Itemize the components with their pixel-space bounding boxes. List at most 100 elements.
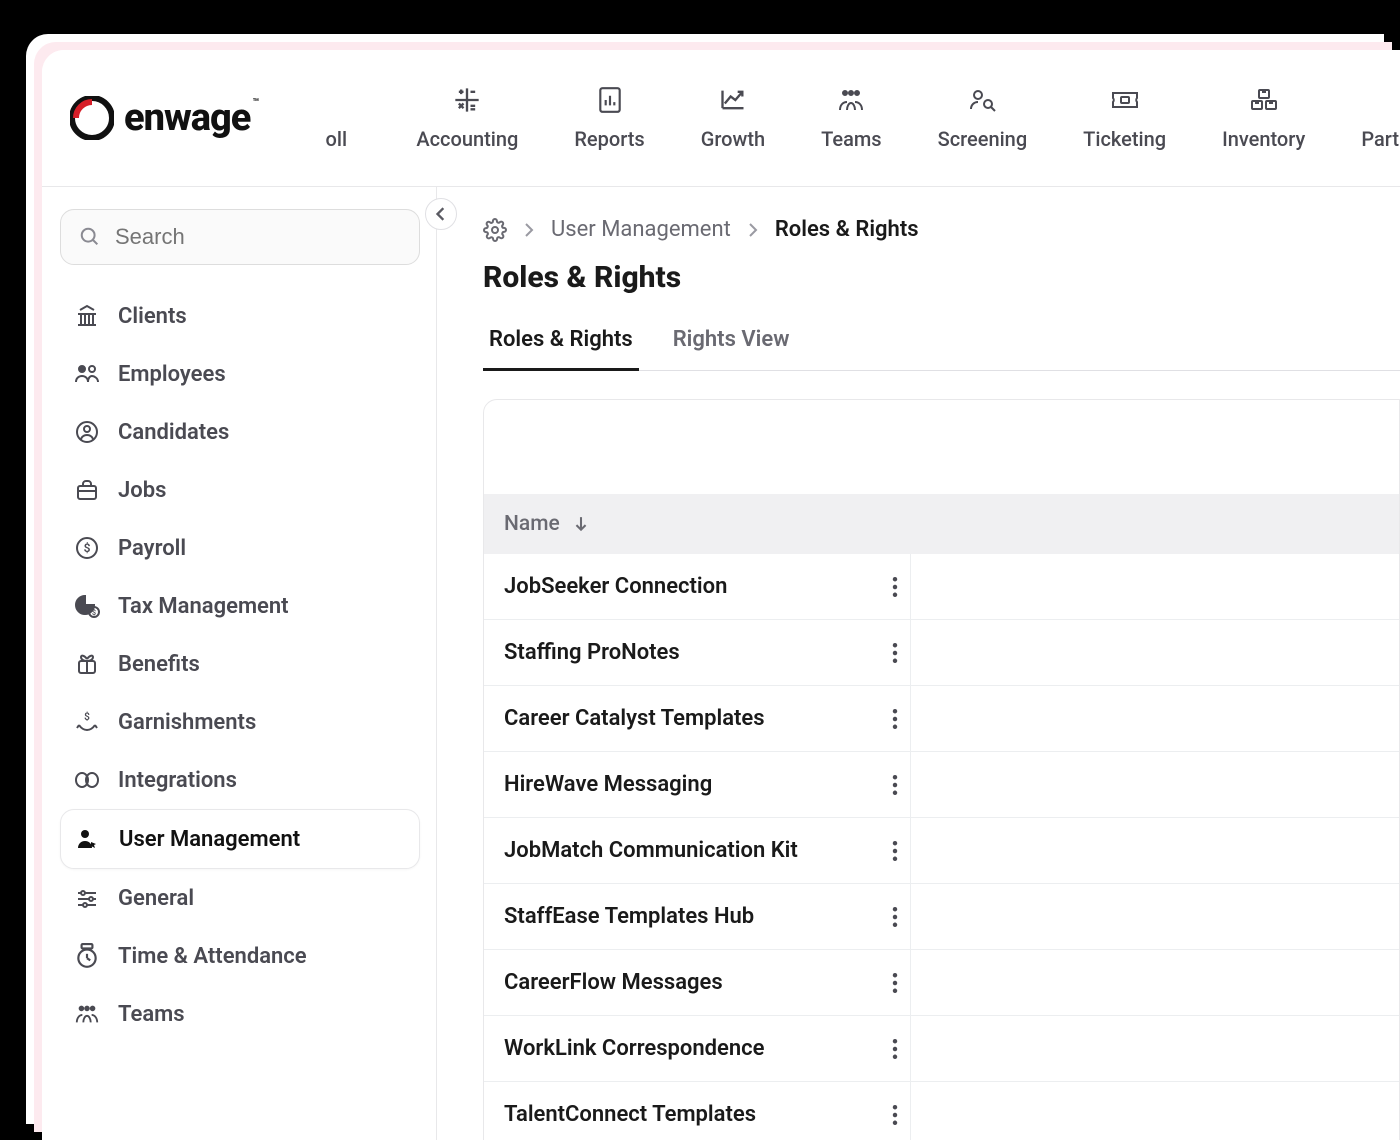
gear-icon[interactable] [483,218,507,242]
sidebar-item-label: Garnishments [118,710,256,735]
search-input[interactable] [115,224,401,250]
chevron-right-icon [747,223,759,237]
sidebar-item-label: Tax Management [118,594,289,619]
role-name-cell: Staffing ProNotes [504,640,880,665]
column-header-name[interactable]: Name [504,512,588,536]
row-actions-menu-icon[interactable] [892,709,898,729]
sidebar-item-label: Payroll [118,536,186,561]
topnav-item-payroll-partial[interactable]: . oll [302,85,388,151]
inventory-icon [1249,85,1279,115]
sidebar-item-label: Jobs [118,478,166,503]
topbar: enwage™ . oll Accounting Reports [42,50,1400,187]
role-name-cell: TalentConnect Templates [504,1102,880,1127]
sidebar-item-benefits[interactable]: Benefits [60,635,420,693]
table-row[interactable]: StaffEase Templates Hub [484,884,1399,950]
integrations-icon [74,767,100,793]
sidebar-item-integrations[interactable]: Integrations [60,751,420,809]
general-icon [74,885,100,911]
sidebar-item-teams[interactable]: Teams [60,985,420,1043]
topnav: . oll Accounting Reports Growth [302,85,1400,151]
sidebar-item-jobs[interactable]: Jobs [60,461,420,519]
sidebar-item-employees[interactable]: Employees [60,345,420,403]
row-actions-menu-icon[interactable] [892,1039,898,1059]
row-actions-menu-icon[interactable] [892,841,898,861]
roles-table: Name JobSeeker Connection Staffing ProNot… [483,399,1400,1140]
sidebar-item-general[interactable]: General [60,869,420,927]
tax-management-icon: $ [74,593,100,619]
table-row[interactable]: Career Catalyst Templates [484,686,1399,752]
sidebar-item-tax-management[interactable]: $ Tax Management [60,577,420,635]
user-management-icon [75,826,101,852]
row-actions-menu-icon[interactable] [892,643,898,663]
sidebar-item-user-management[interactable]: User Management [60,809,420,869]
table-header: Name [484,494,1399,554]
sidebar-item-payroll[interactable]: $ Payroll [60,519,420,577]
topnav-item-inventory[interactable]: Inventory [1194,85,1333,151]
main-content: User Management Roles & Rights Roles & R… [437,187,1400,1140]
svg-text:$: $ [84,711,90,723]
sort-arrow-down-icon [574,516,588,532]
sidebar-item-label: Candidates [118,420,229,445]
tab-roles-rights[interactable]: Roles & Rights [483,317,639,370]
topnav-item-teams[interactable]: Teams [793,85,909,151]
sidebar-item-label: Time & Attendance [118,944,307,969]
table-row[interactable]: HireWave Messaging [484,752,1399,818]
topnav-item-ticketing[interactable]: Ticketing [1055,85,1194,151]
sidebar-item-label: User Management [119,827,300,852]
topnav-item-screening[interactable]: Screening [910,85,1056,151]
svg-text:$: $ [92,609,96,617]
breadcrumb: User Management Roles & Rights [483,217,1400,242]
row-actions-menu-icon[interactable] [892,973,898,993]
benefits-icon [74,651,100,677]
role-name-cell: Career Catalyst Templates [504,706,880,731]
role-name-cell: JobMatch Communication Kit [504,838,880,863]
table-row[interactable]: JobSeeker Connection [484,554,1399,620]
breadcrumb-level1[interactable]: User Management [551,217,731,242]
sidebar-item-candidates[interactable]: Candidates [60,403,420,461]
ticketing-icon [1110,85,1140,115]
topnav-item-reports[interactable]: Reports [546,85,672,151]
topnav-item-growth[interactable]: Growth [673,85,793,151]
sidebar-item-label: Clients [118,304,187,329]
sidebar-item-label: Integrations [118,768,237,793]
sidebar-item-time-attendance[interactable]: Time & Attendance [60,927,420,985]
sidebar-collapse-button[interactable] [425,198,457,230]
teams-icon [74,1001,100,1027]
page-title: Roles & Rights [483,260,1400,295]
table-row[interactable]: JobMatch Communication Kit [484,818,1399,884]
topnav-item-accounting[interactable]: Accounting [388,85,546,151]
role-name-cell: JobSeeker Connection [504,574,880,599]
tab-rights-view[interactable]: Rights View [667,317,796,370]
brand-mark-icon [70,96,114,140]
row-actions-menu-icon[interactable] [892,577,898,597]
accounting-icon [452,85,482,115]
role-name-cell: CareerFlow Messages [504,970,880,995]
sidebar-item-garnishments[interactable]: $ Garnishments [60,693,420,751]
sidebar-item-clients[interactable]: Clients [60,287,420,345]
brand-logo[interactable]: enwage™ [70,96,258,140]
teams-icon [836,85,866,115]
table-row[interactable]: WorkLink Correspondence [484,1016,1399,1082]
sidebar-item-label: Employees [118,362,226,387]
sidebar-search[interactable] [60,209,420,265]
garnishments-icon: $ [74,709,100,735]
row-actions-menu-icon[interactable] [892,1105,898,1125]
table-row[interactable]: TalentConnect Templates [484,1082,1399,1140]
sidebar-item-label: General [118,886,194,911]
table-row[interactable]: CareerFlow Messages [484,950,1399,1016]
row-actions-menu-icon[interactable] [892,775,898,795]
sidebar: Clients Employees Candidates Jobs $ Payroll $ T… [42,187,437,1140]
payroll-icon: $ [74,535,100,561]
reports-icon [595,85,625,115]
employees-icon [74,361,100,387]
topnav-item-partners-partial[interactable]: . Partne [1333,85,1400,151]
role-name-cell: WorkLink Correspondence [504,1036,880,1061]
row-actions-menu-icon[interactable] [892,907,898,927]
candidates-icon [74,419,100,445]
table-row[interactable]: Staffing ProNotes [484,620,1399,686]
brand-name: enwage™ [124,96,258,140]
jobs-icon [74,477,100,503]
clients-icon [74,303,100,329]
sidebar-item-label: Teams [118,1002,185,1027]
role-name-cell: HireWave Messaging [504,772,880,797]
